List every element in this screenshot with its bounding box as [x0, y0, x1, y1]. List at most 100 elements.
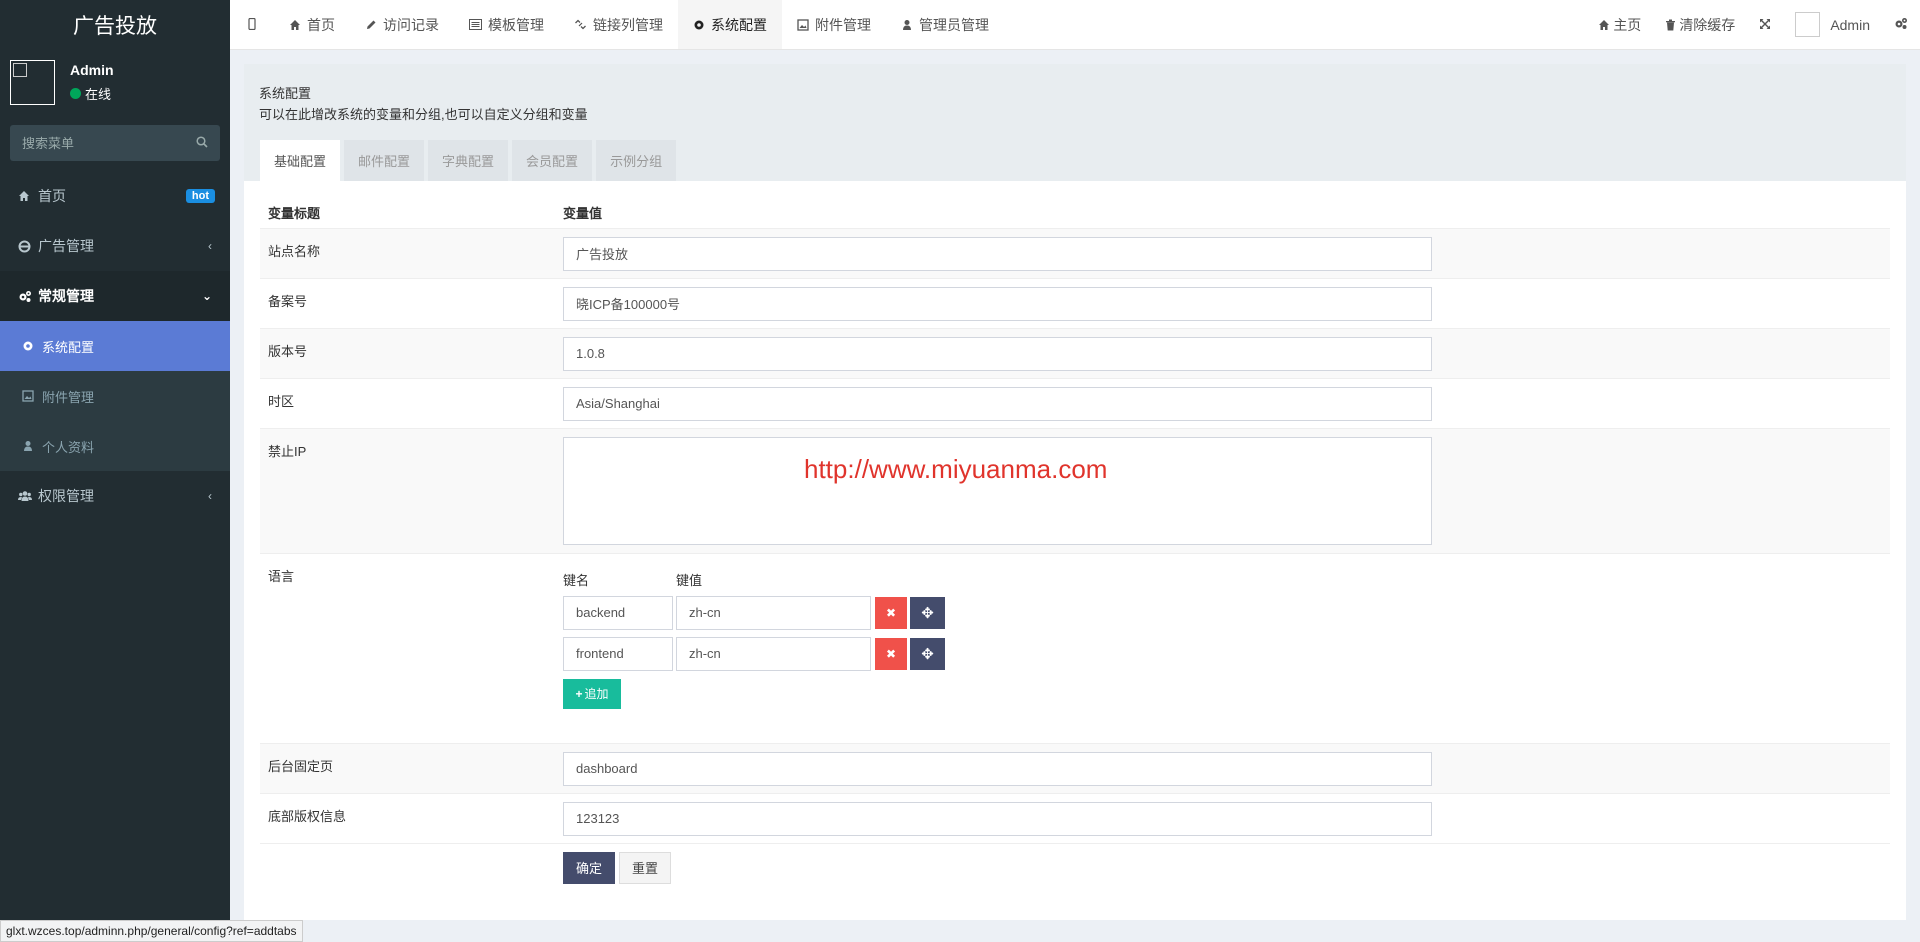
- settings-button[interactable]: [1882, 17, 1920, 33]
- sidebar-item-attachment[interactable]: 附件管理: [0, 371, 230, 421]
- field-label: 语言: [268, 568, 295, 584]
- user-menu-name: Admin: [1830, 16, 1870, 33]
- version-input[interactable]: 1.0.8: [563, 336, 1432, 371]
- submit-button[interactable]: 确定: [563, 851, 615, 884]
- topbar-right: 主页 清除缓存 Admin: [1586, 0, 1920, 49]
- tab-admin[interactable]: 管理员管理: [886, 0, 1004, 49]
- sidebar: 广告投放 Admin 在线 首页 hot 广告管理 ‹ 常规管理 ⌄ 系统配置: [0, 0, 230, 942]
- clear-cache-label: 清除缓存: [1679, 16, 1736, 33]
- sidebar-item-ads[interactable]: 广告管理 ‹: [0, 221, 230, 271]
- user-panel: Admin 在线: [0, 50, 230, 112]
- reset-button[interactable]: 重置: [619, 851, 671, 884]
- close-icon: ✖: [885, 605, 897, 620]
- beian-input[interactable]: 晓ICP备100000号: [563, 286, 1432, 321]
- tab-home[interactable]: 首页: [274, 0, 350, 49]
- topbar: 首页 访问记录 模板管理 链接列管理 系统配置 附件管理 管理员管理 主页 清除…: [230, 0, 1920, 50]
- tab-label: 模板管理: [488, 16, 544, 33]
- remove-row-button[interactable]: ✖: [875, 637, 907, 670]
- sidebar-item-label: 权限管理: [38, 488, 94, 504]
- fullscreen-button[interactable]: [1747, 17, 1783, 33]
- tab-dictionary[interactable]: 字典配置: [428, 140, 509, 181]
- value-header: 键值: [676, 572, 703, 588]
- kv-key-input[interactable]: backend: [563, 595, 673, 630]
- field-label: 后台固定页: [268, 758, 334, 774]
- fullscreen-icon: [1759, 17, 1771, 33]
- user-menu[interactable]: Admin: [1783, 12, 1882, 37]
- tab-config[interactable]: 系统配置: [678, 0, 782, 49]
- home-link-label: 主页: [1613, 16, 1642, 33]
- pencil-icon: [365, 19, 377, 31]
- fixedpage-input[interactable]: dashboard: [563, 751, 1432, 786]
- forbid-ip-textarea[interactable]: http://www.miyuanma.com: [563, 436, 1432, 545]
- timezone-input[interactable]: Asia/Shanghai: [563, 386, 1432, 421]
- gear-icon: [22, 340, 36, 352]
- ie-icon: [18, 240, 32, 253]
- tab-template[interactable]: 模板管理: [454, 0, 559, 49]
- sidebar-item-profile[interactable]: 个人资料: [0, 421, 230, 471]
- kv-key-input[interactable]: frontend: [563, 636, 673, 671]
- sidebar-item-label: 系统配置: [42, 339, 95, 355]
- site-name-input[interactable]: 广告投放: [563, 236, 1432, 271]
- tab-label: 首页: [307, 16, 335, 33]
- sidebar-item-general[interactable]: 常规管理 ⌄: [0, 271, 230, 321]
- sidebar-item-label: 首页: [38, 188, 66, 204]
- tab-example[interactable]: 示例分组: [596, 140, 677, 181]
- table-row: 确定 重置: [260, 842, 1890, 884]
- field-label: 底部版权信息: [268, 808, 347, 824]
- gear-icon: [693, 19, 705, 31]
- add-row-button[interactable]: + 追加: [563, 678, 621, 709]
- sidebar-item-label: 附件管理: [42, 389, 95, 405]
- unlink-icon: [574, 18, 587, 31]
- table-row: 版本号 1.0.8: [260, 327, 1890, 378]
- column-header-title: 变量标题: [260, 198, 555, 229]
- field-label: 时区: [268, 393, 295, 409]
- menu-search: [10, 125, 220, 161]
- chevron-left-icon: ‹: [208, 239, 212, 253]
- tab-label: 附件管理: [815, 16, 871, 33]
- tab-member[interactable]: 会员配置: [512, 140, 593, 181]
- home-link[interactable]: 主页: [1586, 15, 1653, 35]
- search-icon[interactable]: [196, 136, 208, 148]
- user-icon: [901, 19, 913, 31]
- app-logo[interactable]: 广告投放: [0, 0, 230, 50]
- drag-row-handle[interactable]: ✥: [910, 596, 945, 629]
- table-row: 站点名称 广告投放: [260, 227, 1890, 278]
- sidebar-item-home[interactable]: 首页 hot: [0, 171, 230, 221]
- sidebar-toggle-button[interactable]: [230, 0, 274, 49]
- close-icon: ✖: [885, 646, 897, 661]
- clear-cache-button[interactable]: 清除缓存: [1653, 15, 1747, 35]
- kv-value-input[interactable]: zh-cn: [676, 595, 871, 630]
- remove-row-button[interactable]: ✖: [875, 596, 907, 629]
- search-input[interactable]: [10, 125, 220, 161]
- hot-badge: hot: [185, 189, 215, 203]
- kv-row: frontend zh-cn ✖ ✥: [563, 636, 1890, 671]
- kv-value-input[interactable]: zh-cn: [676, 636, 871, 671]
- user-name: Admin: [70, 62, 114, 78]
- tab-email[interactable]: 邮件配置: [344, 140, 425, 181]
- sidebar-item-label: 广告管理: [38, 238, 94, 254]
- page-title: 系统配置: [259, 86, 312, 101]
- cogs-icon: [18, 290, 32, 303]
- user-status-text: 在线: [85, 87, 112, 102]
- field-label: 站点名称: [268, 243, 321, 259]
- tab-basic[interactable]: 基础配置: [260, 140, 341, 181]
- home-icon: [289, 19, 301, 31]
- sidebar-item-config[interactable]: 系统配置: [0, 321, 230, 371]
- tab-label: 系统配置: [711, 16, 767, 33]
- sidebar-item-auth[interactable]: 权限管理 ‹: [0, 471, 230, 521]
- arrows-icon: ✥: [921, 604, 934, 622]
- status-url: glxt.wzces.top/adminn.php/general/config…: [0, 920, 303, 942]
- tab-links[interactable]: 链接列管理: [559, 0, 678, 49]
- tab-label: 管理员管理: [919, 16, 989, 33]
- tab-attachment[interactable]: 附件管理: [782, 0, 886, 49]
- copyright-input[interactable]: 123123: [563, 801, 1432, 836]
- drag-row-handle[interactable]: ✥: [910, 637, 945, 670]
- chevron-down-icon: ⌄: [201, 289, 212, 303]
- table-row: 禁止IP http://www.miyuanma.com: [260, 427, 1890, 553]
- user-status: 在线: [70, 84, 111, 103]
- mobile-icon: [248, 17, 256, 33]
- cogs-icon: [1894, 17, 1908, 33]
- field-label: 禁止IP: [268, 443, 307, 459]
- online-dot-icon: [70, 88, 81, 99]
- tab-access-log[interactable]: 访问记录: [350, 0, 454, 49]
